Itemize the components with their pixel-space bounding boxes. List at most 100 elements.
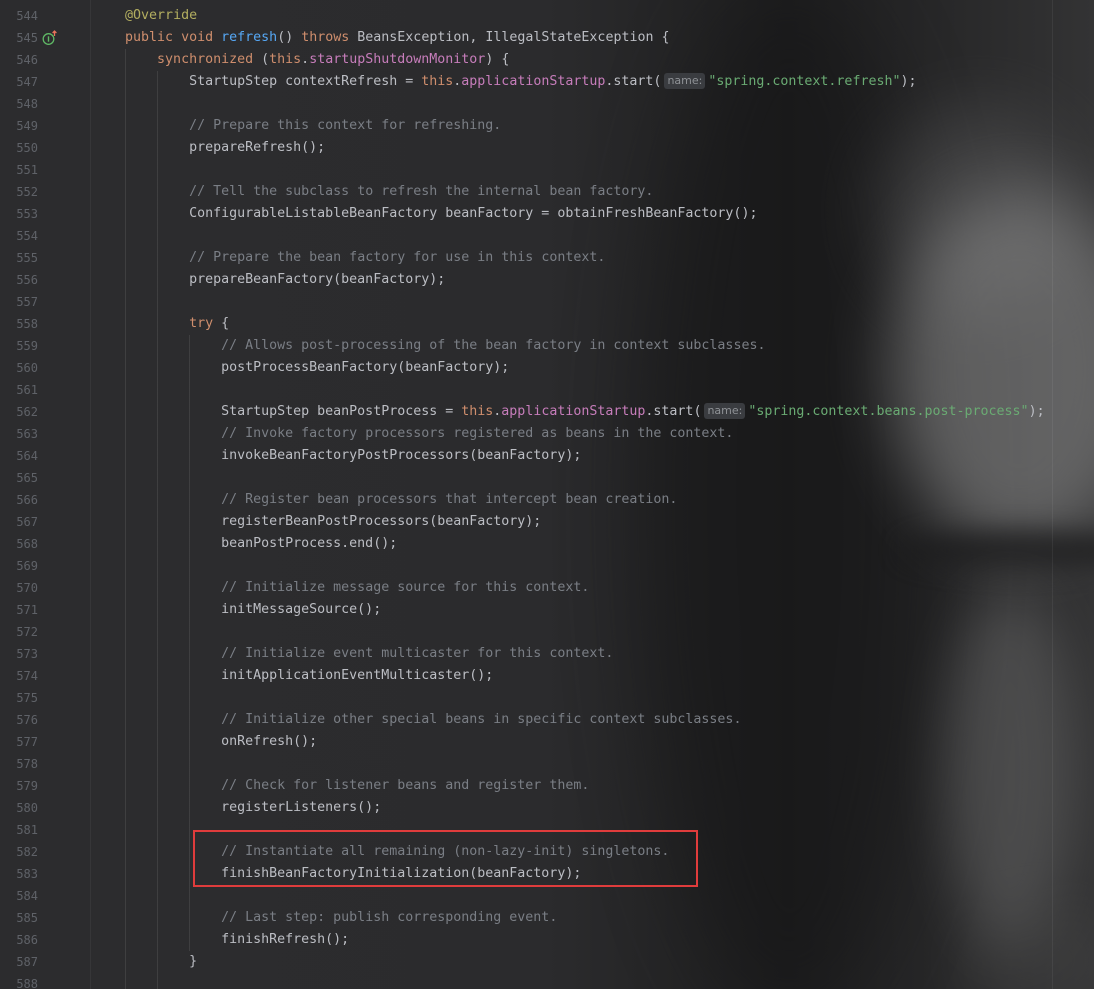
line-number[interactable]: 552 (0, 181, 38, 203)
code-line[interactable]: } (93, 951, 1088, 973)
code-line[interactable]: postProcessBeanFactory(beanFactory); (93, 357, 1088, 379)
code-line[interactable]: // Register bean processors that interce… (93, 489, 1088, 511)
line-number[interactable]: 585 (0, 907, 38, 929)
line-number[interactable]: 561 (0, 379, 38, 401)
line-number[interactable]: 570 (0, 577, 38, 599)
code-line[interactable]: // Initialize message source for this co… (93, 577, 1088, 599)
code-line[interactable]: @Override (93, 5, 1088, 27)
line-number[interactable]: 581 (0, 819, 38, 841)
code-line[interactable]: registerListeners(); (93, 797, 1088, 819)
line-number[interactable]: 557 (0, 291, 38, 313)
line-number[interactable]: 550 (0, 137, 38, 159)
code-line[interactable] (93, 159, 1088, 181)
line-number[interactable]: 555 (0, 247, 38, 269)
line-number[interactable]: 547 (0, 71, 38, 93)
code-line[interactable]: // Initialize event multicaster for this… (93, 643, 1088, 665)
line-number[interactable]: 574 (0, 665, 38, 687)
code-line[interactable]: // Check for listener beans and register… (93, 775, 1088, 797)
code-token: // Check for listener beans and register… (221, 778, 590, 793)
line-number[interactable]: 548 (0, 93, 38, 115)
editor-gutter[interactable]: 544 545 546 547 548 549 550 551 552 553 554 555 556 5… (0, 5, 38, 989)
line-number[interactable]: 577 (0, 731, 38, 753)
line-number[interactable]: 580 (0, 797, 38, 819)
line-number[interactable]: 558 (0, 313, 38, 335)
code-line[interactable]: prepareBeanFactory(beanFactory); (93, 269, 1088, 291)
line-number[interactable]: 559 (0, 335, 38, 357)
code-line[interactable]: // Prepare this context for refreshing. (93, 115, 1088, 137)
code-line[interactable]: finishBeanFactoryInitialization(beanFact… (93, 863, 1088, 885)
code-line[interactable] (93, 291, 1088, 313)
code-line[interactable]: try { (93, 313, 1088, 335)
code-line[interactable]: beanPostProcess.end(); (93, 533, 1088, 555)
line-number[interactable]: 583 (0, 863, 38, 885)
code-line[interactable]: // Allows post-processing of the bean fa… (93, 335, 1088, 357)
code-line[interactable]: ConfigurableListableBeanFactory beanFact… (93, 203, 1088, 225)
code-line[interactable] (93, 621, 1088, 643)
line-number[interactable]: 567 (0, 511, 38, 533)
code-line[interactable]: // Last step: publish corresponding even… (93, 907, 1088, 929)
line-number[interactable]: 544 (0, 5, 38, 27)
code-line[interactable] (93, 753, 1088, 775)
line-number[interactable]: 582 (0, 841, 38, 863)
line-number[interactable]: 563 (0, 423, 38, 445)
code-area[interactable]: @Override public void refresh() throws B… (93, 5, 1088, 989)
line-number[interactable]: 564 (0, 445, 38, 467)
line-number[interactable]: 569 (0, 555, 38, 577)
line-number[interactable]: 573 (0, 643, 38, 665)
code-line[interactable]: initMessageSource(); (93, 599, 1088, 621)
code-line[interactable]: // Invoke factory processors registered … (93, 423, 1088, 445)
line-number[interactable]: 545 (0, 27, 38, 49)
code-line[interactable]: invokeBeanFactoryPostProcessors(beanFact… (93, 445, 1088, 467)
line-number[interactable]: 588 (0, 973, 38, 989)
line-number[interactable]: 568 (0, 533, 38, 555)
code-token: beanPostProcess.end(); (93, 536, 398, 551)
code-line[interactable]: synchronized (this.startupShutdownMonito… (93, 49, 1088, 71)
code-line[interactable] (93, 93, 1088, 115)
line-number[interactable]: 562 (0, 401, 38, 423)
code-line[interactable]: onRefresh(); (93, 731, 1088, 753)
line-number[interactable]: 546 (0, 49, 38, 71)
line-number[interactable]: 579 (0, 775, 38, 797)
line-number[interactable]: 565 (0, 467, 38, 489)
line-number[interactable]: 586 (0, 929, 38, 951)
code-line[interactable] (93, 379, 1088, 401)
code-line[interactable]: public void refresh() throws BeansExcept… (93, 27, 1088, 49)
code-line[interactable]: finishRefresh(); (93, 929, 1088, 951)
line-number[interactable]: 576 (0, 709, 38, 731)
code-line[interactable]: registerBeanPostProcessors(beanFactory); (93, 511, 1088, 533)
code-token: ( (253, 52, 270, 67)
code-line[interactable]: // Prepare the bean factory for use in t… (93, 247, 1088, 269)
code-line[interactable] (93, 885, 1088, 907)
code-line[interactable] (93, 687, 1088, 709)
line-number[interactable]: 549 (0, 115, 38, 137)
code-line[interactable]: // Initialize other special beans in spe… (93, 709, 1088, 731)
code-editor[interactable]: 544 545 546 547 548 549 550 551 552 553 554 555 556 5… (0, 0, 1094, 989)
code-line[interactable] (93, 555, 1088, 577)
line-number[interactable]: 554 (0, 225, 38, 247)
code-line[interactable] (93, 973, 1088, 989)
code-line[interactable]: // Tell the subclass to refresh the inte… (93, 181, 1088, 203)
line-number[interactable]: 556 (0, 269, 38, 291)
code-line[interactable] (93, 819, 1088, 841)
line-number[interactable]: 578 (0, 753, 38, 775)
line-number[interactable]: 584 (0, 885, 38, 907)
line-number[interactable]: 587 (0, 951, 38, 973)
line-number[interactable]: 553 (0, 203, 38, 225)
override-icon[interactable] (42, 30, 58, 46)
code-line[interactable]: // Instantiate all remaining (non-lazy-i… (93, 841, 1088, 863)
line-number[interactable]: 551 (0, 159, 38, 181)
line-number[interactable]: 560 (0, 357, 38, 379)
code-line[interactable]: StartupStep contextRefresh = this.applic… (93, 71, 1088, 93)
line-number[interactable]: 571 (0, 599, 38, 621)
code-token: this (461, 404, 494, 419)
line-number[interactable]: 572 (0, 621, 38, 643)
code-line[interactable]: prepareRefresh(); (93, 137, 1088, 159)
code-line[interactable]: StartupStep beanPostProcess = this.appli… (93, 401, 1088, 423)
code-line[interactable] (93, 467, 1088, 489)
line-number[interactable]: 575 (0, 687, 38, 709)
code-token: finishBeanFactoryInitialization(beanFact… (93, 866, 582, 881)
code-line[interactable]: initApplicationEventMulticaster(); (93, 665, 1088, 687)
line-number[interactable]: 566 (0, 489, 38, 511)
code-line[interactable] (93, 225, 1088, 247)
code-token: postProcessBeanFactory(beanFactory); (93, 360, 510, 375)
